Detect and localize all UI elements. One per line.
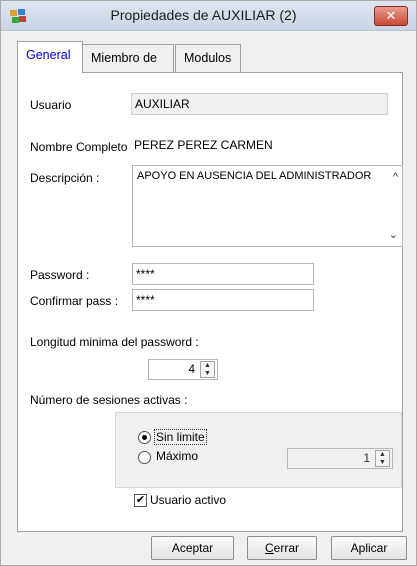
spin-up-icon[interactable]: ▲ [376, 451, 389, 459]
usuario-label: Usuario [30, 98, 72, 112]
checkmark-icon: ✔ [135, 494, 146, 506]
maximo-value: 1 [363, 451, 370, 465]
aplicar-button[interactable]: Aplicar [331, 536, 407, 560]
tab-label: Modulos [184, 51, 232, 65]
confirmar-pass-label: Confirmar pass : [30, 294, 119, 308]
descripcion-text: APOYO EN AUSENCIA DEL ADMINISTRADOR [137, 170, 372, 182]
usuario-activo-checkbox[interactable]: ✔ [134, 494, 147, 507]
maximo-radio[interactable] [138, 451, 151, 464]
tab-general[interactable]: General [17, 41, 83, 73]
spin-buttons[interactable]: ▲ ▼ [375, 450, 390, 467]
cerrar-button[interactable]: Cerrar [247, 536, 317, 560]
usuario-activo-label[interactable]: Usuario activo [150, 493, 226, 507]
title-bar: Propiedades de AUXILIAR (2) ✕ [1, 1, 416, 31]
spin-down-icon[interactable]: ▼ [201, 370, 214, 378]
password-field[interactable]: **** [132, 263, 314, 285]
nombre-completo-field[interactable]: PEREZ PEREZ CARMEN [132, 135, 388, 157]
sesiones-group: Sin limite Máximo 1 ▲ ▼ [115, 412, 402, 488]
tab-modulos[interactable]: Modulos [175, 44, 241, 72]
longitud-minima-value: 4 [188, 362, 195, 376]
aceptar-button[interactable]: Aceptar [151, 536, 234, 560]
descripcion-label: Descripción : [30, 171, 100, 185]
tab-miembro-de[interactable]: Miembro de [82, 44, 174, 72]
tab-label: General [26, 48, 71, 62]
users-icon [10, 9, 26, 23]
usuario-field[interactable]: AUXILIAR [131, 93, 388, 115]
close-button[interactable]: ✕ [374, 6, 408, 26]
password-label: Password : [30, 268, 90, 282]
spin-up-icon[interactable]: ▲ [201, 362, 214, 370]
scroll-down-icon[interactable]: ⌄ [389, 228, 398, 242]
nombre-completo-label: Nombre Completo [30, 140, 128, 154]
maximo-stepper[interactable]: 1 ▲ ▼ [287, 448, 393, 469]
sin-limite-label[interactable]: Sin limite [154, 429, 207, 445]
maximo-label[interactable]: Máximo [156, 449, 198, 463]
sesiones-activas-label: Número de sesiones activas : [30, 393, 188, 407]
descripcion-textarea[interactable]: APOYO EN AUSENCIA DEL ADMINISTRADOR ^ ⌄ [132, 165, 403, 247]
sin-limite-radio[interactable] [138, 431, 151, 444]
tab-label: Miembro de [91, 51, 157, 65]
spin-buttons[interactable]: ▲ ▼ [200, 361, 215, 378]
window-title: Propiedades de AUXILIAR (2) [110, 7, 297, 23]
spin-down-icon[interactable]: ▼ [376, 459, 389, 467]
longitud-minima-label: Longitud minima del password : [30, 335, 199, 349]
scroll-up-icon[interactable]: ^ [393, 170, 398, 184]
close-icon: ✕ [385, 8, 397, 23]
cerrar-label: Cerrar [264, 541, 299, 555]
confirmar-pass-field[interactable]: **** [132, 289, 314, 311]
longitud-minima-stepper[interactable]: 4 ▲ ▼ [148, 359, 218, 380]
properties-window: Propiedades de AUXILIAR (2) ✕ Miembro de… [0, 0, 417, 566]
